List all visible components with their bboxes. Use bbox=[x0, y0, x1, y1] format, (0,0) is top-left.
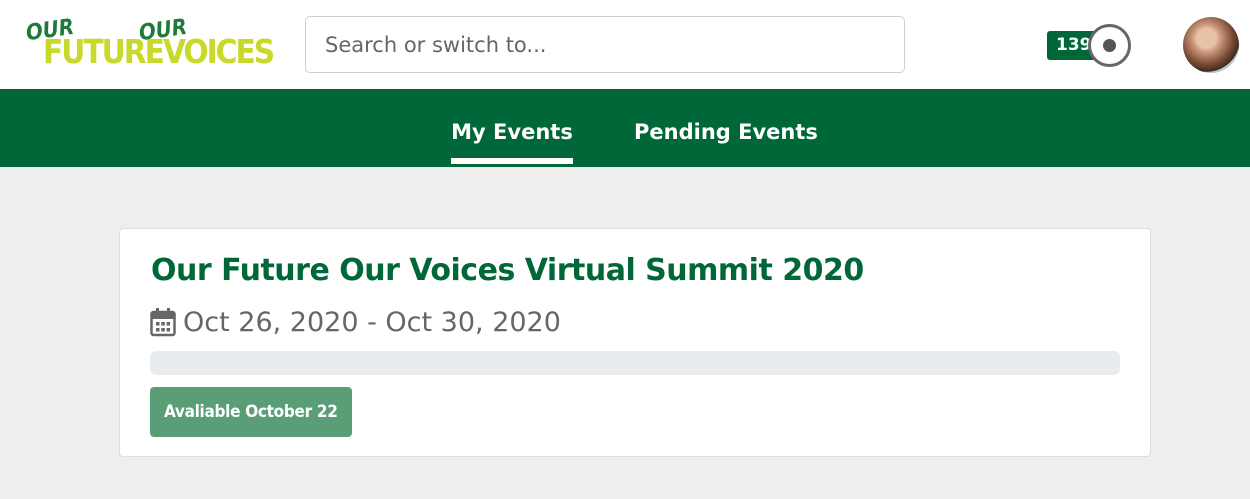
search-input[interactable] bbox=[305, 16, 905, 73]
record-icon[interactable] bbox=[1088, 24, 1131, 67]
record-dot bbox=[1103, 39, 1116, 52]
calendar-icon bbox=[150, 308, 176, 337]
tab-pending-events[interactable]: Pending Events bbox=[634, 89, 818, 167]
availability-button[interactable]: Avaliable October 22 bbox=[150, 387, 352, 437]
user-avatar[interactable] bbox=[1183, 17, 1239, 73]
site-logo[interactable]: OUR FUTURE OUR VOICES bbox=[24, 15, 275, 72]
event-card[interactable]: Our Future Our Voices Virtual Summit 202… bbox=[119, 228, 1151, 457]
top-bar: OUR FUTURE OUR VOICES 139 bbox=[0, 0, 1250, 89]
tab-my-events[interactable]: My Events bbox=[451, 89, 573, 167]
event-dates: Oct 26, 2020 - Oct 30, 2020 bbox=[183, 306, 561, 338]
event-title[interactable]: Our Future Our Voices Virtual Summit 202… bbox=[151, 253, 864, 288]
nav-bar: My Events Pending Events bbox=[0, 89, 1250, 167]
event-progress-bar bbox=[150, 351, 1120, 375]
logo-voices: VOICES bbox=[163, 32, 275, 71]
active-tab-indicator bbox=[451, 158, 573, 164]
event-date-row: Oct 26, 2020 - Oct 30, 2020 bbox=[150, 305, 561, 339]
